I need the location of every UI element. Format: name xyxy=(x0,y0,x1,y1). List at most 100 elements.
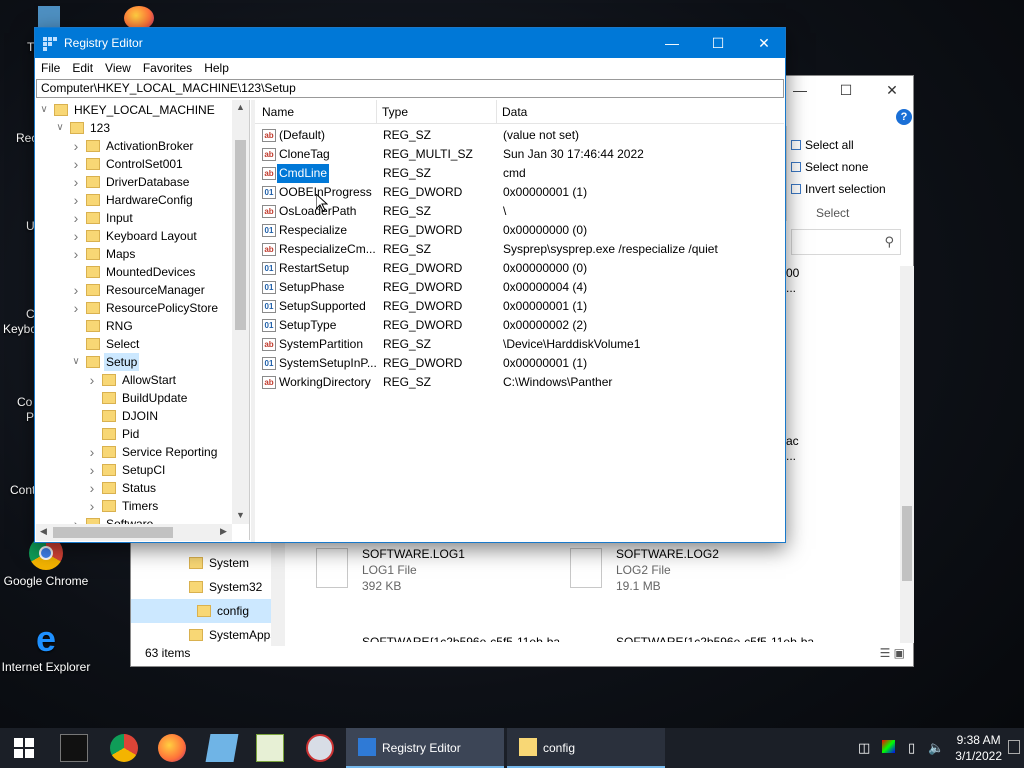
cmd-icon[interactable] xyxy=(60,734,88,762)
chrome-icon[interactable] xyxy=(110,734,138,762)
column-header-type[interactable]: Type xyxy=(382,105,408,119)
chevron-right-icon[interactable]: › xyxy=(70,209,82,227)
tree-horizontal-scrollbar[interactable]: ◀ ▶ xyxy=(36,524,232,541)
usb-icon[interactable]: ▯ xyxy=(908,740,915,756)
scroll-down-icon[interactable]: ▼ xyxy=(232,510,249,520)
value-row[interactable]: ab (Default) REG_SZ (value not set) xyxy=(255,126,784,145)
tree-node[interactable]: MountedDevices xyxy=(36,263,236,281)
notepad-icon[interactable] xyxy=(205,734,239,762)
column-header-data[interactable]: Data xyxy=(502,105,527,119)
taskbar-clock[interactable]: 9:38 AM 3/1/2022 xyxy=(955,732,1002,764)
column-divider[interactable] xyxy=(496,100,497,124)
chevron-right-icon[interactable]: › xyxy=(86,443,98,461)
value-row[interactable]: 01 SetupSupported REG_DWORD 0x00000001 (1) xyxy=(255,297,784,316)
minimize-button[interactable]: — xyxy=(649,28,695,58)
sidebar-item-systemapps[interactable]: SystemApps xyxy=(189,628,276,642)
tree-node[interactable]: › ActivationBroker xyxy=(36,137,236,155)
tree-node[interactable]: › AllowStart xyxy=(36,371,236,389)
chevron-down-icon[interactable]: ∨ xyxy=(38,101,50,119)
tree-node[interactable]: ∨ Setup xyxy=(36,353,236,371)
scroll-left-icon[interactable]: ◀ xyxy=(40,526,47,537)
menu-file[interactable]: File xyxy=(35,58,66,78)
chevron-right-icon[interactable]: › xyxy=(70,173,82,191)
file-item[interactable]: SOFTWARE{1c2b596e-c5f5-11eb-ba cb-000d3a… xyxy=(362,602,562,642)
tree-node[interactable]: › Service Reporting xyxy=(36,443,236,461)
notification-icon[interactable] xyxy=(1008,740,1020,754)
chevron-right-icon[interactable]: › xyxy=(86,371,98,389)
chevron-right-icon[interactable]: › xyxy=(70,191,82,209)
firefox-icon[interactable] xyxy=(158,734,186,762)
chevron-down-icon[interactable]: ∨ xyxy=(70,353,82,371)
scroll-up-icon[interactable]: ▲ xyxy=(232,102,249,112)
value-row[interactable]: ab SystemPartition REG_SZ \Device\HarddiskV… xyxy=(255,335,784,354)
value-row[interactable]: ab OsLoaderPath REG_SZ \ xyxy=(255,202,784,221)
chevron-right-icon[interactable]: › xyxy=(70,137,82,155)
menu-view[interactable]: View xyxy=(99,58,137,78)
desktop-icon-ie[interactable]: e Internet Explorer xyxy=(1,621,91,675)
chevron-right-icon[interactable]: › xyxy=(70,155,82,173)
close-button[interactable]: ✕ xyxy=(741,28,787,58)
chevron-right-icon[interactable]: › xyxy=(86,461,98,479)
tree-node[interactable]: › Timers xyxy=(36,497,236,515)
value-row[interactable]: 01 SystemSetupInP... REG_DWORD 0x00000001 (… xyxy=(255,354,784,373)
snipping-tool-icon[interactable] xyxy=(306,734,334,762)
value-row[interactable]: 01 OOBEInProgress REG_DWORD 0x00000001 (1) xyxy=(255,183,784,202)
tree-node[interactable]: › ResourcePolicyStore xyxy=(36,299,236,317)
select-all-button[interactable]: Select all xyxy=(791,138,854,152)
address-bar[interactable]: Computer\HKEY_LOCAL_MACHINE\123\Setup xyxy=(36,79,784,98)
network-icon[interactable]: ◫ xyxy=(858,740,870,756)
values-list[interactable]: Name Type Data ab (Default) REG_SZ (value n… xyxy=(255,100,784,542)
tree-node[interactable]: › DriverDatabase xyxy=(36,173,236,191)
maximize-button[interactable]: ☐ xyxy=(823,76,869,104)
tree-node[interactable]: › SetupCI xyxy=(36,461,236,479)
tree-node[interactable]: › HardwareConfig xyxy=(36,191,236,209)
value-row[interactable]: ab WorkingDirectory REG_SZ C:\Windows\Panth… xyxy=(255,373,784,392)
tree-node[interactable]: › Maps xyxy=(36,245,236,263)
sidebar-scrollbar[interactable] xyxy=(271,536,285,646)
value-row[interactable]: 01 Respecialize REG_DWORD 0x00000000 (0) xyxy=(255,221,784,240)
scrollbar-thumb[interactable] xyxy=(53,527,173,538)
search-input[interactable]: ⚲ xyxy=(791,229,901,255)
scrollbar-thumb[interactable] xyxy=(902,506,912,581)
registry-key-tree[interactable]: ∨ HKEY_LOCAL_MACHINE ∨ 123 › ActivationBroker… xyxy=(36,100,250,540)
tree-node[interactable]: DJOIN xyxy=(36,407,236,425)
tree-node[interactable]: › Input xyxy=(36,209,236,227)
sidebar-item-system32[interactable]: System32 xyxy=(189,580,262,594)
chevron-right-icon[interactable]: › xyxy=(86,497,98,515)
tree-node[interactable]: Select xyxy=(36,335,236,353)
chevron-right-icon[interactable]: › xyxy=(70,227,82,245)
tree-node[interactable]: Pid xyxy=(36,425,236,443)
column-divider[interactable] xyxy=(376,100,377,124)
taskbar-config-folder[interactable]: config xyxy=(507,728,665,768)
column-header-name[interactable]: Name xyxy=(262,105,294,119)
file-item[interactable]: SOFTWARE{1c2b596e-c5f5-11eb-ba cb-000d3a… xyxy=(616,602,816,642)
chevron-right-icon[interactable]: › xyxy=(86,479,98,497)
value-row[interactable]: ab CloneTag REG_MULTI_SZ Sun Jan 30 17:46:4… xyxy=(255,145,784,164)
scrollbar-thumb[interactable] xyxy=(235,140,246,330)
desktop-icon-chrome[interactable]: Google Chrome xyxy=(1,536,91,588)
close-button[interactable]: ✕ xyxy=(869,76,915,104)
registry-editor-window[interactable]: Registry Editor — ☐ ✕ File Edit View Favori… xyxy=(34,27,786,543)
tree-node[interactable]: RNG xyxy=(36,317,236,335)
file-item[interactable]: SOFTWARE.LOG1 LOG1 File 392 KB xyxy=(316,546,562,594)
tree-vertical-scrollbar[interactable]: ▲ ▼ xyxy=(232,100,249,524)
chevron-right-icon[interactable]: › xyxy=(70,299,82,317)
tree-node[interactable]: › ResourceManager xyxy=(36,281,236,299)
view-toggle-icons[interactable]: ☰ ▣ xyxy=(880,646,905,660)
taskbar-registry-editor[interactable]: Registry Editor xyxy=(346,728,504,768)
task-manager-icon[interactable] xyxy=(256,734,284,762)
tree-node[interactable]: › Status xyxy=(36,479,236,497)
value-row[interactable]: ab RespecializeCm... REG_SZ Sysprep\sysprep… xyxy=(255,240,784,259)
tree-node[interactable]: › ControlSet001 xyxy=(36,155,236,173)
invert-selection-button[interactable]: Invert selection xyxy=(791,182,886,196)
value-row[interactable]: 01 SetupType REG_DWORD 0x00000002 (2) xyxy=(255,316,784,335)
menu-favorites[interactable]: Favorites xyxy=(137,58,198,78)
chevron-down-icon[interactable]: ∨ xyxy=(54,119,66,137)
tree-node[interactable]: ∨ 123 xyxy=(36,119,236,137)
value-row[interactable]: ab CmdLine REG_SZ cmd xyxy=(255,163,784,184)
menu-edit[interactable]: Edit xyxy=(66,58,99,78)
tree-node[interactable]: BuildUpdate xyxy=(36,389,236,407)
maximize-button[interactable]: ☐ xyxy=(695,28,741,58)
sidebar-item-config[interactable]: config xyxy=(197,604,249,618)
help-icon[interactable]: ? xyxy=(896,109,912,125)
